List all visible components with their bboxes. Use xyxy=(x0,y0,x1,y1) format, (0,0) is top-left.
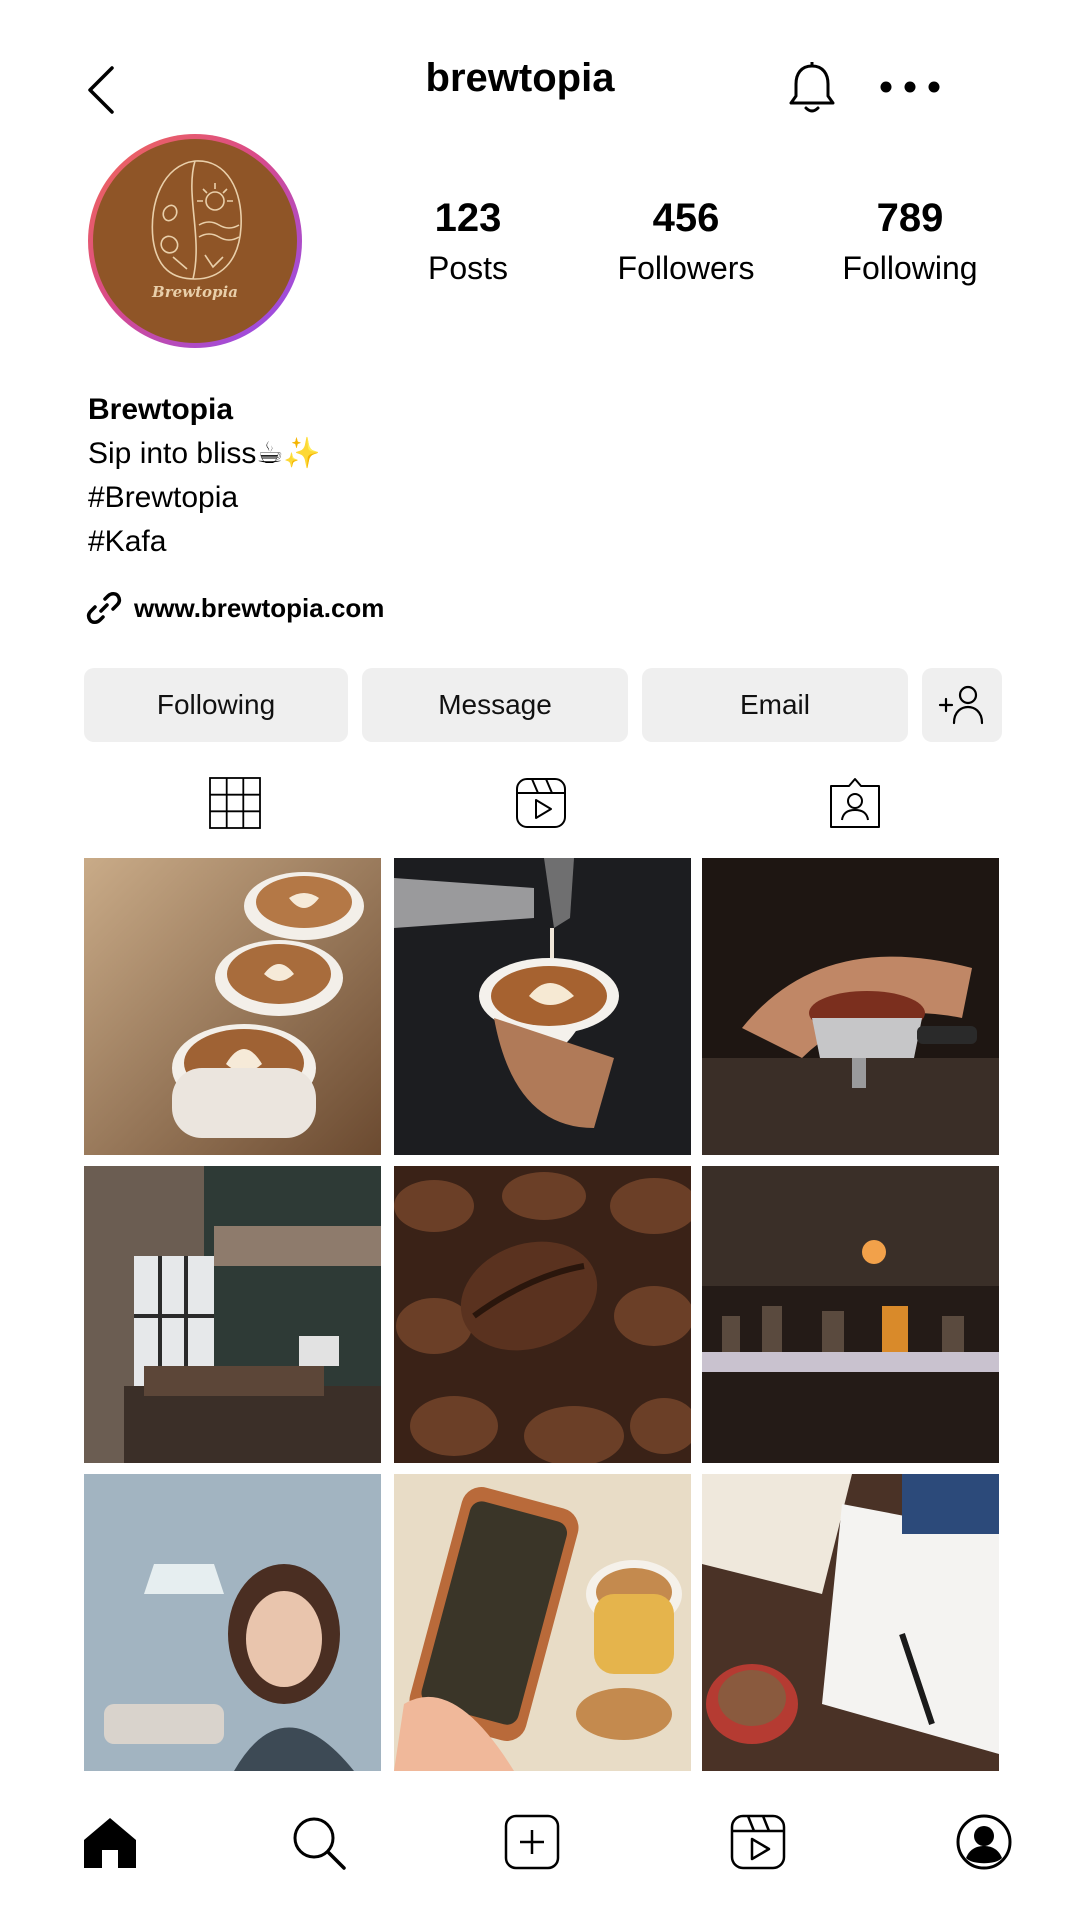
profile-avatar-icon[interactable] xyxy=(954,1812,1014,1872)
avatar-brand-text: Brewtopia xyxy=(152,283,238,301)
website-url: www.brewtopia.com xyxy=(134,592,385,623)
coffee-beans-image xyxy=(394,1166,691,1463)
bio-hashtag[interactable]: #Kafa xyxy=(88,520,321,564)
coffee-bean-logo-icon xyxy=(151,160,242,280)
post-thumbnail[interactable] xyxy=(84,1474,381,1771)
posts-count: 123 xyxy=(434,196,502,240)
woman-in-cafe-image xyxy=(84,1474,381,1771)
post-thumbnail[interactable] xyxy=(702,858,999,1155)
latte-pour-image xyxy=(394,858,691,1155)
post-thumbnail[interactable] xyxy=(702,1474,999,1771)
post-thumbnail[interactable] xyxy=(394,1166,691,1463)
more-options-icon[interactable] xyxy=(876,76,944,98)
home-icon[interactable] xyxy=(80,1812,140,1872)
following-label: Following xyxy=(842,250,978,286)
stat-followers[interactable]: 456 Followers xyxy=(586,196,786,290)
grid-tab-icon[interactable] xyxy=(208,776,262,830)
followers-label: Followers xyxy=(617,250,755,286)
stat-following[interactable]: 789 Following xyxy=(810,196,1010,290)
profile-avatar[interactable]: Brewtopia xyxy=(88,134,302,348)
bell-icon[interactable] xyxy=(786,60,838,118)
following-count: 789 xyxy=(876,196,944,240)
post-thumbnail[interactable] xyxy=(84,858,381,1155)
bio-line: Sip into bliss☕✨ xyxy=(88,437,321,470)
bio-hashtag[interactable]: #Brewtopia xyxy=(88,476,321,520)
stat-posts[interactable]: 123 Posts xyxy=(368,196,568,290)
post-thumbnail[interactable] xyxy=(84,1166,381,1463)
notebook-coffee-image xyxy=(702,1474,999,1771)
add-person-icon xyxy=(938,685,984,725)
followers-count: 456 xyxy=(652,196,720,240)
post-thumbnail[interactable] xyxy=(394,858,691,1155)
post-thumbnail[interactable] xyxy=(702,1166,999,1463)
posts-label: Posts xyxy=(427,250,509,286)
profile-bio: Brewtopia Sip into bliss☕✨ #Brewtopia #K… xyxy=(88,388,321,564)
portafilter-image xyxy=(702,858,999,1155)
website-link[interactable]: www.brewtopia.com xyxy=(86,588,384,628)
link-icon xyxy=(86,592,122,624)
create-post-icon[interactable] xyxy=(502,1812,562,1872)
cafe-interior-image xyxy=(84,1166,381,1463)
latte-cups-image xyxy=(84,858,381,1155)
display-name: Brewtopia xyxy=(88,393,234,426)
following-button[interactable]: Following xyxy=(84,668,348,742)
email-button[interactable]: Email xyxy=(642,668,908,742)
message-button[interactable]: Message xyxy=(362,668,628,742)
search-icon[interactable] xyxy=(288,1812,348,1872)
add-user-button[interactable] xyxy=(922,668,1002,742)
phone-photo-coffee-image xyxy=(394,1474,691,1771)
dark-cafe-bar-image xyxy=(702,1166,999,1463)
reels-nav-icon[interactable] xyxy=(728,1812,788,1872)
post-thumbnail[interactable] xyxy=(394,1474,691,1771)
reels-tab-icon[interactable] xyxy=(514,776,568,830)
tagged-tab-icon[interactable] xyxy=(828,776,882,830)
